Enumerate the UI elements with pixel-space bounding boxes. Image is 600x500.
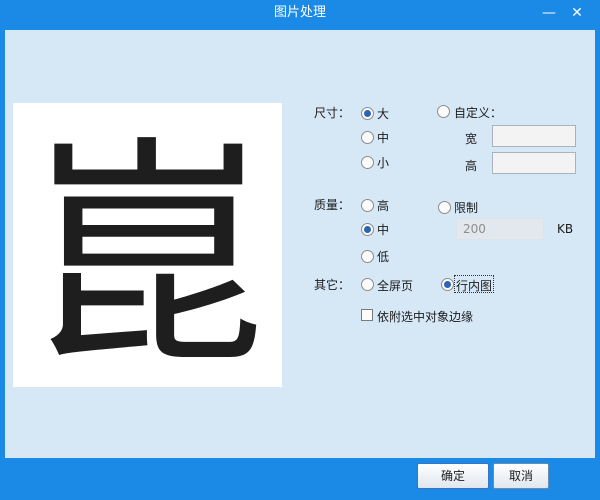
other-fullpage-radio[interactable] <box>361 278 374 291</box>
width-input[interactable] <box>492 125 576 147</box>
quality-low-radio[interactable] <box>361 250 374 263</box>
quality-limit-unit: KB <box>557 222 574 236</box>
other-inline-radio[interactable] <box>441 278 454 291</box>
height-label: 高 <box>465 159 478 173</box>
dialog-footer: 确定 取消 <box>5 458 595 495</box>
quality-high-radio[interactable] <box>361 199 374 212</box>
height-input[interactable] <box>492 152 576 174</box>
cancel-button[interactable]: 取消 <box>493 463 549 489</box>
size-medium-label[interactable]: 中 <box>377 129 389 146</box>
size-custom-radio[interactable] <box>437 105 450 118</box>
size-label: 尺寸： <box>314 106 351 120</box>
quality-limit-input[interactable] <box>456 218 544 240</box>
preview-glyph-image: 崑 <box>27 116 267 387</box>
size-large-label[interactable]: 大 <box>377 105 389 122</box>
window-title: 图片处理 <box>273 5 326 20</box>
size-small-label[interactable]: 小 <box>377 154 389 171</box>
quality-label: 质量： <box>314 198 351 212</box>
attach-edge-checkbox[interactable] <box>361 309 373 321</box>
width-label: 宽 <box>465 132 478 146</box>
quality-low-label[interactable]: 低 <box>377 248 389 265</box>
image-processing-dialog: 图片处理 — ✕ 崑 尺寸： 大 中 小 自定义： 宽 高 质量： 高 中 低 <box>0 0 600 500</box>
quality-medium-radio[interactable] <box>361 223 374 236</box>
close-button[interactable]: ✕ <box>566 4 588 22</box>
other-label: 其它： <box>314 278 351 292</box>
size-medium-radio[interactable] <box>361 131 374 144</box>
size-custom-label[interactable]: 自定义： <box>454 104 502 121</box>
quality-limit-radio[interactable] <box>438 201 451 214</box>
image-preview: 崑 <box>13 103 282 387</box>
other-inline-label[interactable]: 行内图 <box>456 277 492 294</box>
preview-glyph: 崑 <box>27 116 267 387</box>
other-fullpage-label[interactable]: 全屏页 <box>377 277 413 294</box>
dialog-content: 崑 尺寸： 大 中 小 自定义： 宽 高 质量： 高 中 低 限制 KB 其它：… <box>5 30 595 458</box>
attach-edge-label[interactable]: 依附选中对象边缘 <box>377 308 473 325</box>
title-bar[interactable]: 图片处理 — ✕ <box>0 0 600 30</box>
size-large-radio[interactable] <box>361 107 374 120</box>
size-small-radio[interactable] <box>361 156 374 169</box>
ok-button[interactable]: 确定 <box>417 463 489 489</box>
quality-high-label[interactable]: 高 <box>377 197 389 214</box>
minimize-button[interactable]: — <box>538 4 560 22</box>
quality-limit-label[interactable]: 限制 <box>454 199 478 216</box>
quality-medium-label[interactable]: 中 <box>377 221 389 238</box>
